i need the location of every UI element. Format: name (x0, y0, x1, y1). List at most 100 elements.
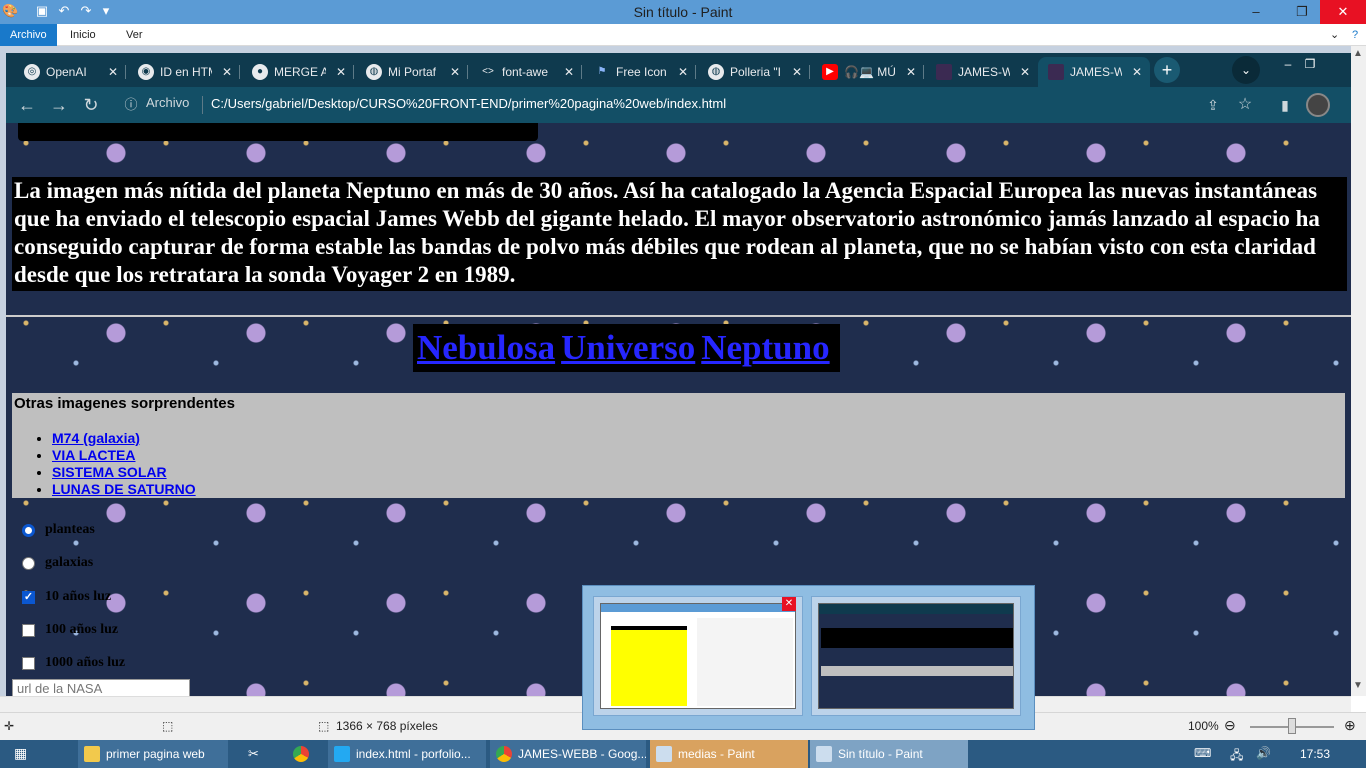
link-universo[interactable]: Universo (561, 328, 695, 367)
tab-ver[interactable]: Ver (116, 24, 153, 46)
close-tab-icon[interactable]: ✕ (332, 65, 350, 79)
list-item: SISTEMA SOLAR (52, 464, 196, 481)
bookmark-star-icon[interactable]: ☆ (1232, 93, 1258, 117)
taskbar-thumbnail-popup: ✕ (582, 585, 1035, 730)
zoom-out-icon[interactable]: ⊖ (1224, 717, 1236, 734)
address-bar-url[interactable]: C:/Users/gabriel/Desktop/CURSO%20FRONT-E… (211, 96, 726, 111)
radio-button[interactable] (22, 556, 35, 570)
close-tab-icon[interactable]: ✕ (902, 65, 920, 79)
scroll-down-icon[interactable]: ▼ (1353, 680, 1363, 691)
taskbar: ▦ primer pagina web ✂ index.html - porfo… (0, 740, 1366, 768)
zoom-in-icon[interactable]: ⊕ (1344, 717, 1356, 734)
radio-option[interactable]: galaxias (22, 552, 93, 574)
checkbox-option[interactable]: 1000 años luz (22, 652, 125, 674)
forward-icon[interactable]: → (46, 93, 72, 117)
checkbox[interactable] (22, 656, 35, 670)
checkbox-checked[interactable]: ✓ (22, 590, 35, 604)
link-m74[interactable]: M74 (galaxia) (52, 430, 140, 446)
restore-icon[interactable]: ❐ (1284, 0, 1320, 24)
share-icon[interactable]: ⇪ (1200, 93, 1226, 117)
browser-tab[interactable]: ▶ 🎧💻 MÚ ✕ (812, 57, 924, 87)
header-strip (18, 123, 538, 141)
thumbnail-preview (600, 603, 796, 709)
close-icon[interactable]: ✕ (1320, 0, 1366, 24)
thumbnail-medias-paint[interactable]: ✕ (593, 596, 803, 716)
close-tab-icon[interactable]: ✕ (446, 65, 464, 79)
browser-tab[interactable]: <> font-awe ✕ (470, 57, 582, 87)
link-nebulosa[interactable]: Nebulosa (417, 328, 555, 367)
browser-tab[interactable]: ⚑ Free Icon ✕ (584, 57, 696, 87)
link-neptuno[interactable]: Neptuno (701, 328, 829, 367)
browser-tab[interactable]: ◎ OpenAI ✕ (14, 57, 126, 87)
tab-archivo[interactable]: Archivo (0, 24, 57, 46)
ribbon-tabs: Archivo Inicio Ver ⌄ ? (0, 24, 1366, 46)
link-sistema-solar[interactable]: SISTEMA SOLAR (52, 464, 167, 480)
clock[interactable]: 17:53 (1300, 740, 1330, 768)
keyboard-icon[interactable]: ⌨ (1194, 746, 1211, 760)
code-icon: <> (482, 66, 494, 77)
radio-button-checked[interactable] (22, 523, 35, 537)
network-icon[interactable]: 🖧 (1230, 746, 1243, 767)
chrome-restore-icon[interactable]: ❐ (1298, 57, 1322, 77)
globe-icon: ◍ (708, 64, 724, 80)
reload-icon[interactable]: ↻ (78, 93, 104, 117)
globe-icon: ◍ (366, 64, 382, 80)
snipping-tool-icon[interactable]: ✂ (248, 746, 259, 762)
merge-icon: ● (252, 64, 268, 80)
browser-tab[interactable]: JAMES-W ✕ (926, 57, 1038, 87)
browser-tab[interactable]: ◍ Polleria "I ✕ (698, 57, 810, 87)
close-thumbnail-icon[interactable]: ✕ (782, 597, 796, 611)
thumbnail-sin-titulo-paint[interactable] (811, 596, 1021, 716)
profile-avatar[interactable] (1306, 93, 1330, 117)
tab-inicio[interactable]: Inicio (60, 24, 106, 46)
checkbox-option[interactable]: 100 años luz (22, 619, 118, 641)
close-tab-icon[interactable]: ✕ (218, 65, 236, 79)
paint-title-bar: 🎨 ▣ ↶ ↷ ▾ Sin título - Paint – ❐ ✕ (0, 0, 1366, 24)
address-divider (202, 96, 203, 114)
openai-icon: ◎ (24, 64, 40, 80)
image-size-icon: ⬚ (318, 719, 330, 733)
vscode-icon (334, 746, 350, 762)
browser-tab-active[interactable]: JAMES-W ✕ (1038, 57, 1150, 87)
close-tab-icon[interactable]: ✕ (1128, 65, 1146, 79)
taskbar-item[interactable]: primer pagina web (78, 740, 228, 768)
chrome-minimize-icon[interactable]: – (1276, 57, 1300, 77)
close-tab-icon[interactable]: ✕ (788, 65, 806, 79)
info-icon[interactable]: ⓘ (118, 93, 144, 117)
link-lunas-saturno[interactable]: LUNAS DE SATURNO (52, 481, 196, 497)
minimize-icon[interactable]: – (1238, 0, 1274, 24)
close-tab-icon[interactable]: ✕ (560, 65, 578, 79)
link-via-lactea[interactable]: VIA LACTEA (52, 447, 135, 463)
tab-search-icon[interactable]: ⌄ (1232, 56, 1260, 84)
back-icon[interactable]: ← (14, 93, 40, 117)
help-icon[interactable]: ? (1342, 24, 1366, 46)
checkbox[interactable] (22, 623, 35, 637)
taskbar-item[interactable]: index.html - porfolio... (328, 740, 486, 768)
close-tab-icon[interactable]: ✕ (674, 65, 692, 79)
scroll-up-icon[interactable]: ▲ (1353, 48, 1363, 59)
nasa-url-input[interactable]: url de la NASA (12, 679, 190, 696)
chrome-icon[interactable] (293, 746, 309, 762)
close-tab-icon[interactable]: ✕ (1016, 65, 1034, 79)
site-icon: ◉ (138, 64, 154, 80)
browser-tab[interactable]: ◍ Mi Portaf ✕ (356, 57, 468, 87)
page-thumbnail-icon (1048, 64, 1064, 80)
radio-option[interactable]: planteas (22, 519, 95, 541)
paint-icon (656, 746, 672, 762)
close-tab-icon[interactable]: ✕ (104, 65, 122, 79)
taskbar-item[interactable]: medias - Paint (650, 740, 808, 768)
taskbar-item[interactable]: JAMES-WEBB - Goog... (490, 740, 646, 768)
browser-tab[interactable]: ● MERGE A ✕ (242, 57, 354, 87)
thumbnail-preview (818, 603, 1014, 709)
checkbox-option[interactable]: ✓ 10 años luz (22, 586, 111, 608)
task-view-icon[interactable]: ▦ (14, 745, 34, 763)
new-tab-icon[interactable]: + (1154, 57, 1180, 83)
volume-icon[interactable]: 🔊 (1256, 746, 1271, 760)
vertical-scrollbar[interactable]: ▲ ▼ (1351, 46, 1366, 696)
zoom-slider-thumb[interactable] (1288, 718, 1296, 734)
youtube-icon: ▶ (822, 64, 838, 80)
side-panel-icon[interactable]: ▮ (1272, 93, 1298, 117)
window-title: Sin título - Paint (633, 4, 733, 20)
browser-tab[interactable]: ◉ID en HTM✕ (128, 57, 240, 87)
taskbar-item-active[interactable]: Sin título - Paint (810, 740, 968, 768)
